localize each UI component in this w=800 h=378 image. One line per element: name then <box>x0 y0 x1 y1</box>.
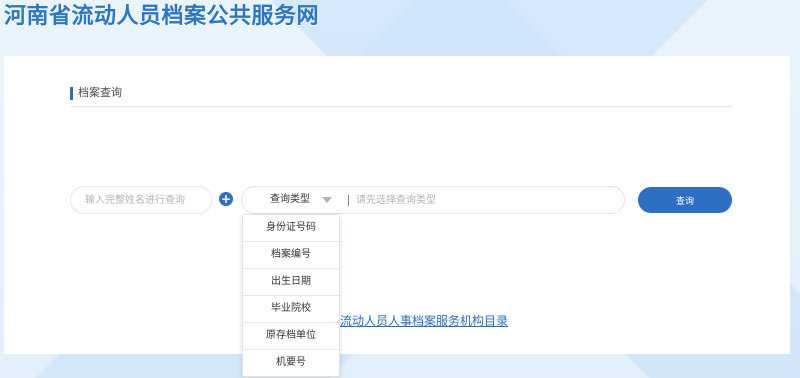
section-header: 档案查询 <box>70 84 732 107</box>
content-card: 档案查询 + 查询类型 查询 流动人员人事档案服务机构目录 <box>4 56 790 354</box>
search-button[interactable]: 查询 <box>638 187 732 213</box>
query-type-select[interactable]: 查询类型 <box>242 187 342 213</box>
query-type-label: 查询类型 <box>270 194 310 205</box>
query-box: 查询类型 <box>241 186 625 214</box>
dropdown-option-archive-number[interactable]: 档案编号 <box>243 242 339 269</box>
section-accent-bar <box>70 87 73 100</box>
directory-link[interactable]: 流动人员人事档案服务机构目录 <box>340 313 508 329</box>
name-search-input[interactable] <box>70 186 212 214</box>
dropdown-option-id-number[interactable]: 身份证号码 <box>243 215 339 242</box>
section-title: 档案查询 <box>78 86 122 99</box>
divider <box>348 195 349 206</box>
chevron-down-icon[interactable] <box>322 197 332 203</box>
query-value-input[interactable] <box>356 191 611 209</box>
query-type-dropdown: 身份证号码 档案编号 出生日期 毕业院校 原存档单位 机要号 <box>242 214 340 377</box>
site-title: 河南省流动人员档案公共服务网 <box>4 4 320 29</box>
plus-icon[interactable]: + <box>219 192 233 206</box>
dropdown-option-confidential-number[interactable]: 机要号 <box>243 350 339 376</box>
dropdown-option-graduate-school[interactable]: 毕业院校 <box>243 296 339 323</box>
dropdown-option-original-unit[interactable]: 原存档单位 <box>243 323 339 350</box>
dropdown-option-birth-date[interactable]: 出生日期 <box>243 269 339 296</box>
